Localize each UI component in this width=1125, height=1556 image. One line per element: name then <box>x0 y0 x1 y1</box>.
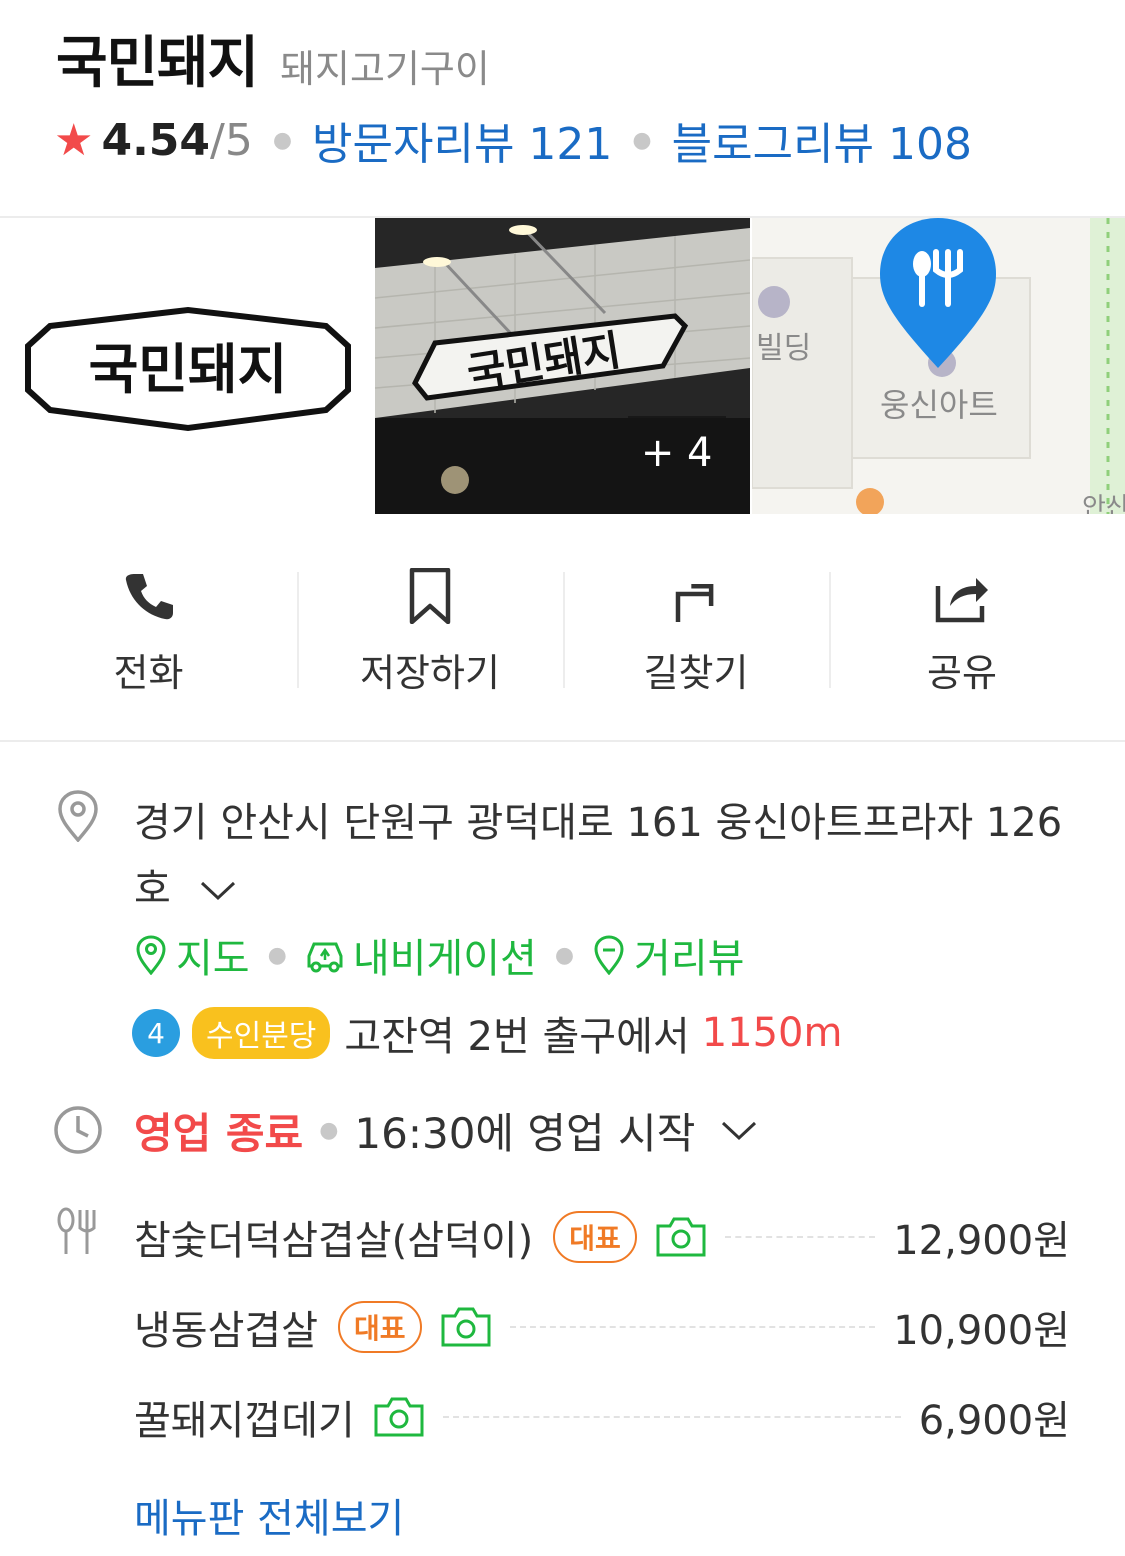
dotted-leader <box>509 1326 876 1328</box>
menu-item[interactable]: 냉동삼겹살 대표 10,900원 <box>134 1282 1070 1372</box>
menu-item-name: 냉동삼겹살 <box>134 1308 318 1354</box>
menu-item-price: 10,900원 <box>893 1308 1070 1354</box>
subway-info: 4 수인분당 고잔역 2번 출구에서 1150m <box>132 1004 842 1062</box>
camera-icon[interactable] <box>440 1306 492 1348</box>
rating-max: /5 <box>210 114 253 166</box>
star-icon: ★ <box>54 114 94 166</box>
map-label-ansan: 안산 <box>1082 493 1125 514</box>
place-header: 국민돼지 돼지고기구이 ★ 4.54 /5 ● 방문자리뷰 121 ● 블로그리… <box>0 0 1125 218</box>
view-full-menu-link[interactable]: 메뉴판 전체보기 <box>134 1486 404 1544</box>
map-label-building: 빌딩 <box>756 331 811 366</box>
directions-label: 길찾기 <box>643 651 749 695</box>
menu-item-price: 12,900원 <box>893 1218 1070 1264</box>
phone-icon <box>125 574 173 620</box>
business-status: 영업 종료 <box>134 1109 304 1158</box>
menu-list: 참숯더덕삼겹살(삼덕이) 대표 12,900원 냉동삼겹살 대표 10,900원… <box>134 1192 1070 1462</box>
separator-dot: ● <box>554 942 575 968</box>
subway-line-name: 수인분당 <box>192 1007 331 1059</box>
call-label: 전화 <box>113 651 184 695</box>
chevron-down-icon[interactable] <box>200 880 236 902</box>
separator-dot: ● <box>319 1118 339 1143</box>
fork-knife-icon <box>57 1207 96 1254</box>
rating-row: ★ 4.54 /5 ● 방문자리뷰 121 ● 블로그리뷰 108 <box>54 108 972 172</box>
bookmark-icon <box>409 568 451 624</box>
logo-image: 국민돼지 <box>25 306 351 432</box>
photo-strip: 국민돼지 국민돼지 + 4 빌딩 웅신아트 안산 <box>0 218 1125 514</box>
address[interactable]: 경기 안산시 단원구 광덕대로 161 웅신아트프라자 126호 <box>134 790 1064 922</box>
address-links: 지도 ● 내비게이션 ● 거리뷰 <box>134 926 744 984</box>
call-button[interactable]: 전화 <box>0 514 297 740</box>
camera-icon[interactable] <box>655 1216 707 1258</box>
directions-button[interactable]: 길찾기 <box>563 514 829 740</box>
street-view-link[interactable]: 거리뷰 <box>592 926 744 984</box>
map-thumbnail[interactable]: 빌딩 웅신아트 안산 <box>751 218 1125 514</box>
street-view-icon <box>594 935 624 975</box>
action-bar: 전화 저장하기 길찾기 공유 <box>0 514 1125 742</box>
save-button[interactable]: 저장하기 <box>297 514 563 740</box>
address-text: 경기 안산시 단원구 광덕대로 161 웅신아트프라자 126호 <box>134 800 1063 912</box>
menu-item-name: 꿀돼지껍데기 <box>134 1398 355 1444</box>
store-photo[interactable]: 국민돼지 + 4 <box>375 218 750 514</box>
share-button[interactable]: 공유 <box>829 514 1095 740</box>
car-icon <box>307 942 343 973</box>
map-pin-small-icon <box>136 935 166 975</box>
place-category: 돼지고기구이 <box>280 47 490 91</box>
dotted-leader <box>442 1416 901 1418</box>
next-open-time: 16:30에 영업 시작 <box>354 1109 696 1158</box>
place-name: 국민돼지 <box>56 31 259 96</box>
share-icon <box>935 578 988 623</box>
menu-item-name: 참숯더덕삼겹살(삼덕이) <box>134 1218 534 1264</box>
clock-icon <box>54 1106 102 1154</box>
navigation-link-label: 내비게이션 <box>352 936 537 982</box>
map-link-label: 지도 <box>176 936 250 982</box>
location-pin-icon <box>58 790 98 842</box>
map-link[interactable]: 지도 <box>134 926 250 984</box>
separator-dot: ● <box>272 127 293 153</box>
signature-badge: 대표 <box>338 1301 422 1353</box>
street-view-label: 거리뷰 <box>634 936 745 982</box>
subway-station: 고잔역 2번 출구에서 <box>344 1014 690 1060</box>
separator-dot: ● <box>632 127 652 153</box>
menu-item-price: 6,900원 <box>918 1398 1070 1444</box>
visitor-review-link[interactable]: 방문자리뷰 121 <box>312 108 612 172</box>
subway-distance: 1150m <box>701 1010 843 1056</box>
logo-text: 국민돼지 <box>89 338 288 401</box>
save-label: 저장하기 <box>360 651 500 695</box>
dotted-leader <box>724 1236 876 1238</box>
business-hours[interactable]: 영업 종료 ● 16:30에 영업 시작 <box>134 1100 757 1161</box>
title-row: 국민돼지 돼지고기구이 <box>56 18 490 99</box>
navigation-link[interactable]: 내비게이션 <box>305 926 537 984</box>
rating-value: 4.54 <box>101 114 211 166</box>
camera-icon[interactable] <box>373 1396 425 1438</box>
map-label-place: 웅신아트 <box>880 386 998 424</box>
subway-line-number: 4 <box>132 1009 180 1057</box>
share-label: 공유 <box>927 651 997 695</box>
directions-icon <box>675 583 714 622</box>
signature-badge: 대표 <box>553 1211 637 1263</box>
menu-item[interactable]: 참숯더덕삼겹살(삼덕이) 대표 12,900원 <box>134 1192 1070 1282</box>
menu-item[interactable]: 꿀돼지껍데기 6,900원 <box>134 1372 1070 1462</box>
blog-review-link[interactable]: 블로그리뷰 108 <box>672 108 972 172</box>
logo-photo[interactable]: 국민돼지 <box>0 218 374 514</box>
separator-dot: ● <box>267 942 287 968</box>
map-image: 빌딩 웅신아트 안산 <box>751 218 1125 514</box>
more-photos-badge[interactable]: + 4 <box>627 416 726 490</box>
chevron-down-icon[interactable] <box>721 1120 757 1142</box>
